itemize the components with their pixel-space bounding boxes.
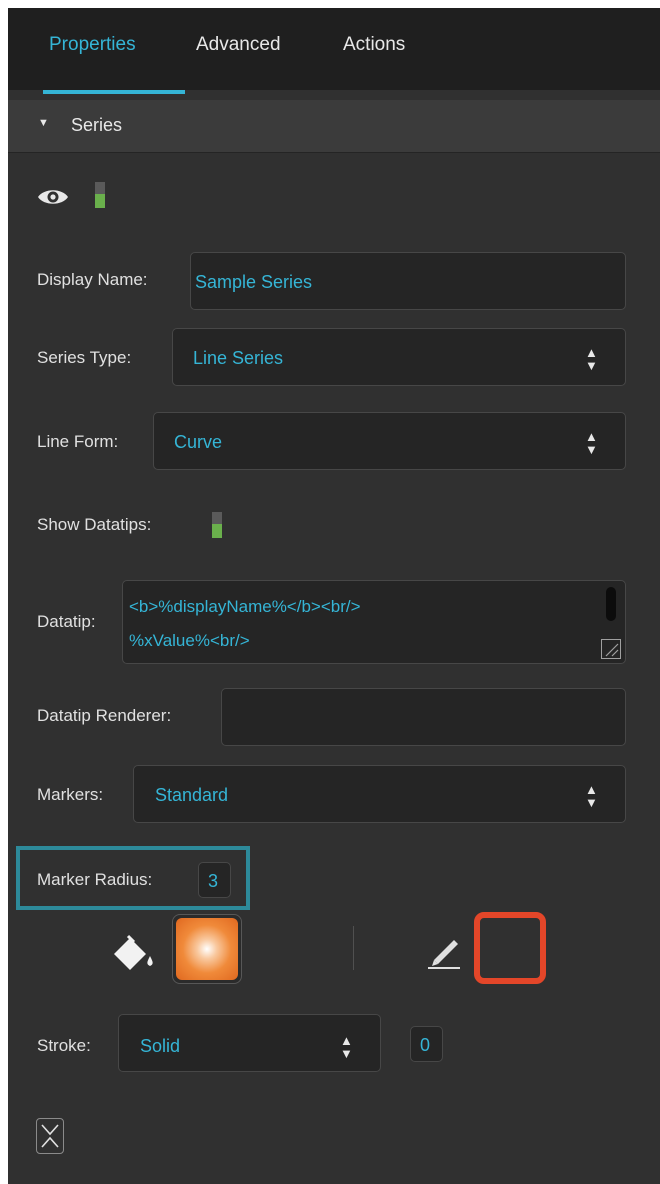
datatip-textarea[interactable]: <b>%displayName%</b><br/> %xValue%<br/> [122, 580, 626, 664]
datatip-label: Datatip: [37, 612, 96, 631]
line-form-label: Line Form: [37, 432, 119, 451]
tab-actions[interactable]: Actions [343, 34, 405, 56]
series-section-header[interactable]: ▼ Series [8, 100, 660, 153]
line-form-select[interactable]: Curve ▲ ▼ [153, 412, 626, 470]
marker-radius-value: 3 [208, 871, 219, 891]
fill-color-swatch[interactable] [172, 914, 242, 984]
up-down-arrows-icon: ▲ ▼ [585, 782, 598, 810]
datatip-scrollbar[interactable] [606, 587, 616, 621]
up-down-arrows-icon: ▲ ▼ [585, 345, 598, 373]
visibility-toggle[interactable] [95, 182, 105, 208]
datatip-renderer-input[interactable] [221, 688, 626, 746]
display-name-label: Display Name: [37, 270, 148, 289]
show-datatips-toggle[interactable] [212, 512, 222, 538]
datatip-renderer-label: Datatip Renderer: [37, 706, 172, 725]
markers-select[interactable]: Standard ▲ ▼ [133, 765, 626, 823]
stroke-select[interactable]: Solid ▲ ▼ [118, 1014, 381, 1072]
markers-label: Markers: [37, 785, 104, 804]
vertical-divider [353, 926, 354, 970]
stroke-label: Stroke: [37, 1036, 91, 1055]
up-down-arrows-icon: ▲ ▼ [585, 429, 598, 457]
collapse-icon[interactable] [36, 1118, 64, 1154]
line-form-value: Curve [174, 432, 223, 452]
display-name-value: Sample Series [195, 272, 313, 292]
tab-advanced[interactable]: Advanced [196, 34, 281, 56]
series-type-label: Series Type: [37, 348, 132, 367]
eye-icon[interactable] [36, 185, 70, 209]
stroke-width-input[interactable]: 0 [410, 1026, 443, 1062]
fill-color-preview [176, 918, 238, 980]
pencil-icon [424, 932, 464, 970]
display-name-input[interactable]: Sample Series [190, 252, 626, 310]
panel-top-edge [8, 0, 660, 8]
tab-bar: Properties Advanced Actions [8, 8, 660, 94]
resize-grip-icon[interactable] [601, 639, 621, 659]
active-tab-indicator [43, 90, 185, 94]
marker-radius-input[interactable]: 3 [198, 862, 231, 898]
section-title: Series [71, 115, 123, 135]
tab-properties[interactable]: Properties [49, 34, 136, 56]
toggle-on-indicator [95, 194, 105, 208]
datatip-line-1: <b>%displayName%</b><br/> [129, 597, 361, 616]
expand-triangle-icon[interactable]: ▼ [38, 117, 49, 129]
series-type-value: Line Series [193, 348, 284, 368]
toggle-on-indicator [212, 524, 222, 538]
show-datatips-label: Show Datatips: [37, 515, 152, 534]
paint-bucket-icon [110, 932, 158, 974]
stroke-value: Solid [140, 1036, 181, 1056]
marker-radius-label: Marker Radius: [37, 870, 153, 889]
series-type-select[interactable]: Line Series ▲ ▼ [172, 328, 626, 386]
datatip-line-2: %xValue%<br/> [129, 631, 250, 650]
markers-value: Standard [155, 785, 229, 805]
up-down-arrows-icon: ▲ ▼ [340, 1033, 353, 1061]
stroke-width-value: 0 [420, 1035, 431, 1055]
stroke-color-swatch[interactable] [474, 912, 546, 984]
